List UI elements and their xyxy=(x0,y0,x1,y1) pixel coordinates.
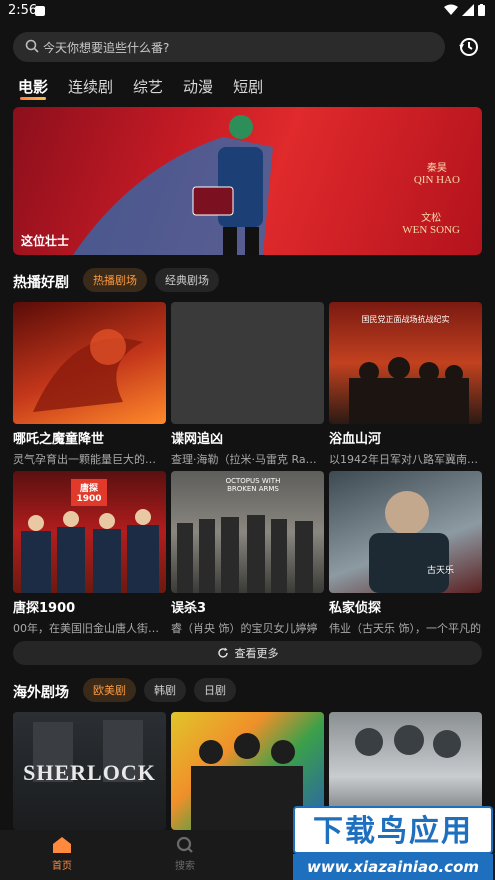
poster-image: 国民党正面战场抗战纪实 xyxy=(329,302,482,424)
battery-icon xyxy=(478,4,485,16)
home-icon xyxy=(53,837,71,853)
movie-card[interactable]: SHERLOCK xyxy=(13,712,166,830)
card-desc: 以1942年日军对八路军冀南根据地 xyxy=(329,453,482,466)
tab-anime[interactable]: 动漫 xyxy=(183,76,213,97)
search-icon xyxy=(25,39,39,53)
signal-icon xyxy=(462,4,474,16)
chip-hot-theater[interactable]: 热播剧场 xyxy=(83,268,147,292)
watermark-logo: 下载鸟应用 www.xiazainiao.com xyxy=(293,806,493,880)
see-more-label: 查看更多 xyxy=(234,647,279,660)
see-more-button[interactable]: 查看更多 xyxy=(13,641,482,665)
poster-image: OCTOPUS WITH BROKEN ARMS xyxy=(171,471,324,593)
search-icon xyxy=(176,836,193,853)
card-desc: 伟业（古天乐 饰），一个平凡的 xyxy=(329,622,481,635)
tab-movie[interactable]: 电影 xyxy=(18,76,48,100)
card-desc: 00年，在美国旧金山唐人街发生 xyxy=(13,622,166,635)
card-desc: 查理·海勒（拉米·马雷克 Rami Malek 饰） xyxy=(171,453,324,466)
hot-chip-group: 热播剧场 经典剧场 xyxy=(83,268,219,292)
chip-korean[interactable]: 韩剧 xyxy=(144,678,186,702)
nav-search[interactable]: 搜索 xyxy=(160,836,210,872)
movie-card[interactable]: OCTOPUS WITH BROKEN ARMS 误杀3 睿（肖央 饰）的宝贝女… xyxy=(171,471,324,636)
category-tabs: 电影 连续剧 综艺 动漫 短剧 xyxy=(18,76,263,100)
notification-icon xyxy=(35,6,45,16)
poster-image: 古天乐 xyxy=(329,471,482,593)
card-desc: 灵气孕育出一颗能量巨大的混元珠 xyxy=(13,453,166,466)
card-title: 私家侦探 xyxy=(329,601,382,616)
chip-western[interactable]: 欧美剧 xyxy=(83,678,136,702)
poster-image: SHERLOCK xyxy=(13,712,166,830)
movie-card[interactable]: 哪吒之魔童降世 灵气孕育出一颗能量巨大的混元珠 xyxy=(13,302,166,467)
card-title: 谍网追凶 xyxy=(171,432,224,447)
card-title: 哪吒之魔童降世 xyxy=(13,432,105,447)
banner-credit-1: 秦昊 QIN HAO xyxy=(413,163,460,186)
movie-card[interactable]: 古天乐 私家侦探 伟业（古天乐 饰），一个平凡的 xyxy=(329,471,482,636)
movie-card[interactable]: 谍网追凶 查理·海勒（拉米·马雷克 Rami Malek 饰） xyxy=(171,302,324,467)
tab-short[interactable]: 短剧 xyxy=(233,76,263,97)
search-placeholder: 今天你想要追些什么番? xyxy=(43,41,170,55)
hot-section-title: 热播好剧 xyxy=(13,275,69,291)
hero-banner[interactable]: 秦昊 QIN HAO 文松 WEN SONG 这位壮士 xyxy=(13,107,482,255)
movie-card[interactable]: 国民党正面战场抗战纪实 浴血山河 以1942年日军对八路军冀南根据地 xyxy=(329,302,482,467)
nav-home[interactable]: 首页 xyxy=(37,836,87,872)
card-title: 误杀3 xyxy=(171,601,207,616)
movie-card[interactable]: 唐探1900 唐探1900 00年，在美国旧金山唐人街发生 xyxy=(13,471,166,636)
chip-classic-theater[interactable]: 经典剧场 xyxy=(155,268,219,292)
history-icon[interactable] xyxy=(458,36,480,58)
refresh-icon xyxy=(217,647,228,658)
search-bar[interactable]: 今天你想要追些什么番? xyxy=(13,32,445,62)
wifi-icon xyxy=(444,4,458,15)
status-time: 2:56 xyxy=(8,3,38,18)
status-bar: 2:56 xyxy=(0,0,495,22)
card-title: 浴血山河 xyxy=(329,432,382,447)
card-title: 唐探1900 xyxy=(13,601,76,616)
poster-image xyxy=(13,302,166,424)
overseas-section-title: 海外剧场 xyxy=(13,685,69,701)
poster-image: 唐探1900 xyxy=(13,471,166,593)
system-icons xyxy=(444,4,485,16)
chip-japanese[interactable]: 日剧 xyxy=(194,678,236,702)
card-desc: 睿（肖央 饰）的宝贝女儿婷婷 xyxy=(171,622,318,635)
banner-credit-2: 文松 WEN SONG xyxy=(402,213,460,236)
banner-title: 这位壮士 xyxy=(21,234,70,248)
tab-series[interactable]: 连续剧 xyxy=(68,76,113,97)
poster-placeholder xyxy=(171,302,324,424)
overseas-chip-group: 欧美剧 韩剧 日剧 xyxy=(83,678,236,702)
tab-variety[interactable]: 综艺 xyxy=(133,76,163,97)
